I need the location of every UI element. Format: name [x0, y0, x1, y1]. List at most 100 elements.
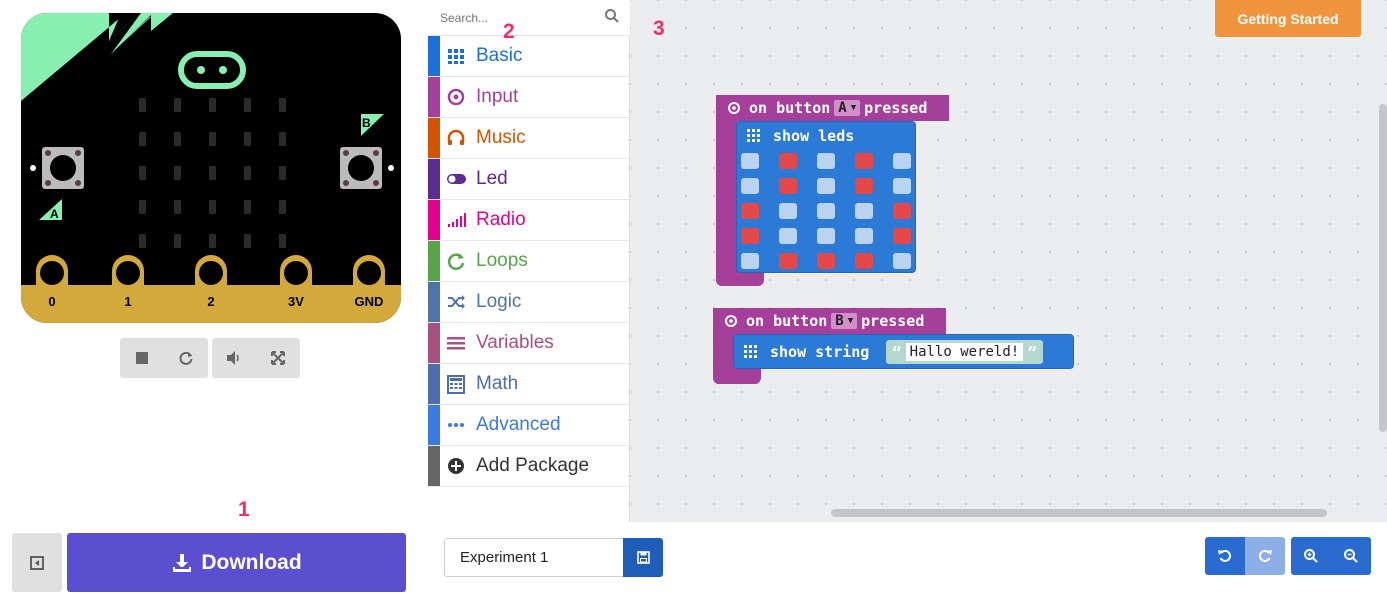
button-b[interactable]	[340, 147, 382, 189]
save-icon	[636, 551, 650, 564]
led-toggle[interactable]	[893, 153, 911, 169]
toolbox-category-variables[interactable]: Variables	[428, 323, 629, 364]
collapse-simulator-button[interactable]	[12, 533, 62, 592]
zoom-in-button[interactable]	[1291, 537, 1331, 575]
led-toggle[interactable]	[893, 203, 911, 219]
led-toggle[interactable]	[817, 153, 835, 169]
board-led	[244, 166, 251, 180]
toolbox-category-input[interactable]: Input	[428, 77, 629, 118]
led-toggle[interactable]	[779, 253, 797, 269]
fullscreen-icon[interactable]	[256, 338, 300, 378]
led-toggle[interactable]	[817, 203, 835, 219]
toolbox-category-math[interactable]: Math	[428, 364, 629, 405]
led-toggle[interactable]	[817, 253, 835, 269]
button-dropdown[interactable]: B ▼	[831, 313, 858, 329]
toolbox-category-music[interactable]: Music	[428, 118, 629, 159]
led-toggle[interactable]	[741, 153, 759, 169]
toolbox-category-advanced[interactable]: Advanced	[428, 405, 629, 446]
on-button-a-block[interactable]: on button A ▼ pressed	[716, 95, 949, 121]
led-toggle[interactable]	[893, 228, 911, 244]
horizontal-scrollbar[interactable]	[831, 509, 1327, 517]
string-input[interactable]: “ Hallo wereld! ”	[886, 340, 1043, 364]
zoom-out-button[interactable]	[1331, 537, 1371, 575]
led-toggle[interactable]	[855, 153, 873, 169]
category-label: Variables	[476, 332, 554, 353]
grid-icon	[747, 129, 760, 142]
search-icon[interactable]	[604, 8, 620, 24]
toolbox-category-logic[interactable]: Logic	[428, 282, 629, 323]
led-toggle[interactable]	[893, 178, 911, 194]
save-button[interactable]	[623, 538, 663, 577]
led-toggle[interactable]	[817, 228, 835, 244]
event-label-pre: on button	[749, 99, 831, 117]
redo-button[interactable]	[1245, 537, 1285, 575]
zoom-in-icon	[1304, 549, 1318, 563]
marker-1: 1	[238, 498, 250, 521]
search-input[interactable]	[428, 0, 630, 36]
collapse-icon	[30, 555, 44, 570]
string-value[interactable]: Hallo wereld!	[905, 343, 1024, 361]
pin-gnd[interactable]: GND	[353, 255, 385, 323]
simulator-panel: A B 0 1 2 3V GND	[0, 0, 428, 522]
board-led	[244, 234, 251, 248]
board-led	[279, 200, 286, 214]
show-string-block[interactable]: show string “ Hallo wereld! ”	[733, 334, 1074, 369]
led-toggle[interactable]	[741, 178, 759, 194]
category-label: Advanced	[476, 414, 561, 435]
on-button-b-block[interactable]: on button B ▼ pressed	[713, 308, 946, 334]
microbit-board[interactable]: A B 0 1 2 3V GND	[21, 13, 401, 323]
pin-label: 2	[207, 294, 214, 309]
toolbox-category-add-package[interactable]: Add Package	[428, 446, 629, 487]
event-label-pre: on button	[746, 312, 828, 330]
category-label: Input	[476, 86, 519, 107]
board-led	[139, 234, 146, 248]
button-b-label: B	[362, 116, 371, 130]
restart-icon[interactable]	[164, 338, 208, 378]
sound-icon[interactable]	[212, 338, 256, 378]
event-label-post: pressed	[861, 312, 925, 330]
on-button-a-block-body[interactable]	[716, 95, 738, 286]
led-toggle[interactable]	[779, 203, 797, 219]
undo-button[interactable]	[1205, 537, 1245, 575]
headphones-icon	[446, 128, 466, 148]
toolbox-category-loops[interactable]: Loops	[428, 241, 629, 282]
pin-0[interactable]: 0	[36, 255, 68, 323]
download-button[interactable]: Download	[67, 533, 406, 592]
led-toggle[interactable]	[741, 228, 759, 244]
button-dropdown[interactable]: A ▼	[834, 100, 861, 116]
led-toggle[interactable]	[893, 253, 911, 269]
led-toggle[interactable]	[855, 203, 873, 219]
toolbox-category-radio[interactable]: Radio	[428, 200, 629, 241]
toolbox-category-led[interactable]: Led	[428, 159, 629, 200]
board-led	[209, 166, 216, 180]
led-toggle[interactable]	[779, 228, 797, 244]
board-led	[174, 166, 181, 180]
pin-3v[interactable]: 3V	[280, 255, 312, 323]
board-led	[279, 234, 286, 248]
category-color-strip	[428, 405, 440, 445]
category-color-strip	[428, 364, 440, 404]
pin-1[interactable]: 1	[112, 255, 144, 323]
led-toggle[interactable]	[741, 253, 759, 269]
toolbox-category-basic[interactable]: Basic	[428, 36, 629, 77]
led-toggle[interactable]	[855, 253, 873, 269]
category-color-strip	[428, 241, 440, 281]
getting-started-button[interactable]: Getting Started	[1215, 0, 1361, 37]
led-toggle[interactable]	[817, 178, 835, 194]
signal-icon	[446, 210, 466, 230]
marker-3: 3	[653, 17, 665, 40]
led-toggle[interactable]	[855, 178, 873, 194]
led-toggle[interactable]	[741, 203, 759, 219]
project-name-input[interactable]	[444, 538, 624, 577]
category-label: Math	[476, 373, 519, 394]
stop-icon[interactable]	[120, 338, 164, 378]
category-label: Logic	[476, 291, 522, 312]
led-toggle[interactable]	[779, 178, 797, 194]
pin-2[interactable]: 2	[195, 255, 227, 323]
show-leds-block[interactable]: show leds	[736, 121, 916, 273]
led-toggle[interactable]	[779, 153, 797, 169]
button-a[interactable]	[42, 147, 84, 189]
vertical-scrollbar[interactable]	[1379, 104, 1387, 432]
blocks-workspace[interactable]: Getting Started 3 on button A ▼ pressed s…	[630, 0, 1387, 522]
led-toggle[interactable]	[855, 228, 873, 244]
